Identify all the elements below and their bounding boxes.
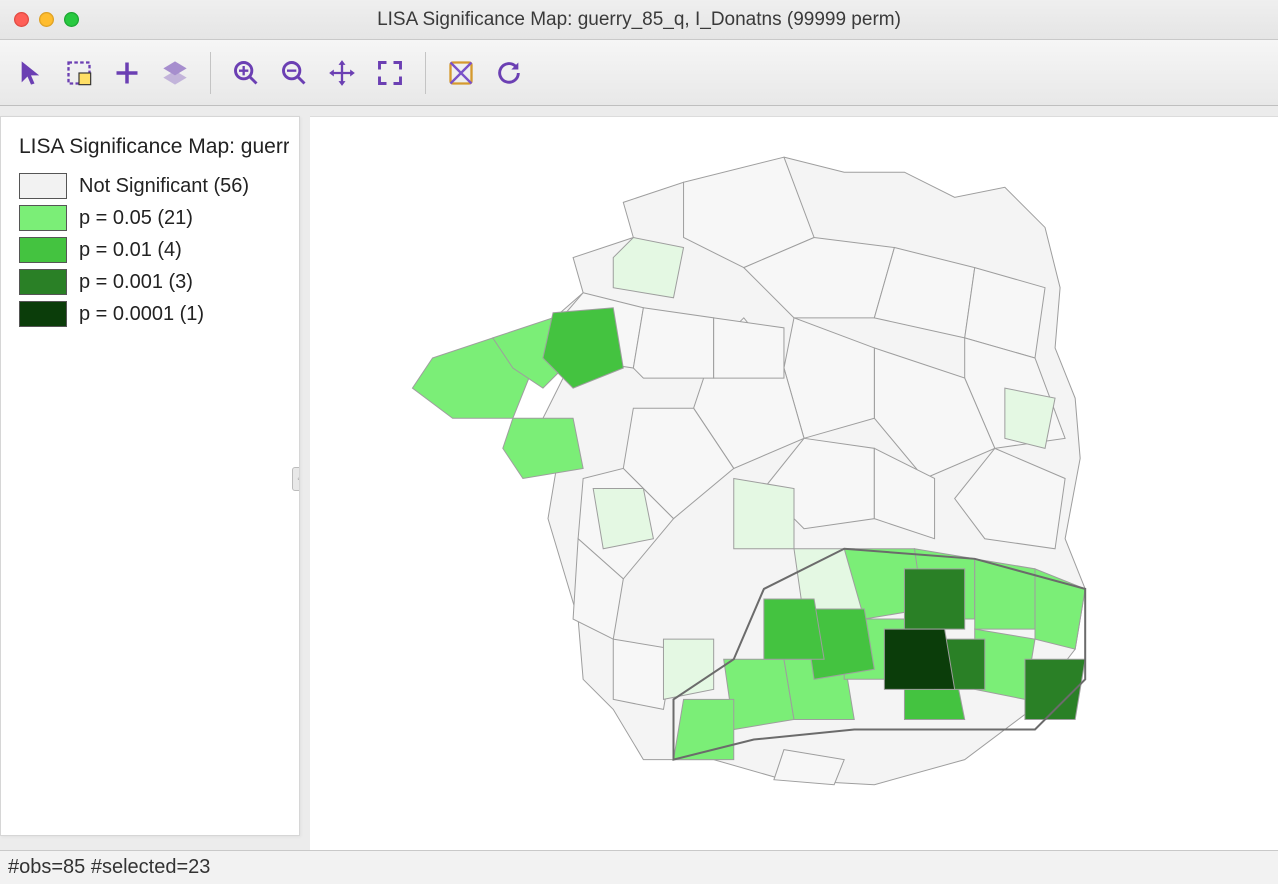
panel-collapse-handle[interactable]: ◦ bbox=[292, 467, 300, 491]
choropleth-map bbox=[310, 117, 1278, 850]
minimize-window-button[interactable] bbox=[39, 12, 54, 27]
legend-item-not-significant[interactable]: Not Significant (56) bbox=[19, 173, 289, 199]
basemap-tool[interactable] bbox=[440, 52, 482, 94]
legend-label: Not Significant (56) bbox=[79, 175, 249, 198]
legend-label: p = 0.05 (21) bbox=[79, 207, 193, 230]
basemap-icon bbox=[447, 59, 475, 87]
pan-tool[interactable] bbox=[321, 52, 363, 94]
swatch-p01 bbox=[19, 237, 67, 263]
legend-item-p05[interactable]: p = 0.05 (21) bbox=[19, 205, 289, 231]
plus-icon bbox=[113, 59, 141, 87]
workspace: LISA Significance Map: guerry_85_q, I_Do… bbox=[0, 106, 1278, 850]
extent-icon bbox=[376, 59, 404, 87]
toolbar-separator bbox=[210, 52, 211, 94]
select-rect-icon bbox=[65, 59, 93, 87]
swatch-p001 bbox=[19, 269, 67, 295]
zoom-out-tool[interactable] bbox=[273, 52, 315, 94]
legend-label: p = 0.0001 (1) bbox=[79, 303, 204, 326]
zoom-in-tool[interactable] bbox=[225, 52, 267, 94]
legend-label: p = 0.001 (3) bbox=[79, 271, 193, 294]
close-window-button[interactable] bbox=[14, 12, 29, 27]
pointer-icon bbox=[17, 59, 45, 87]
map-canvas[interactable] bbox=[310, 116, 1278, 850]
legend-label: p = 0.01 (4) bbox=[79, 239, 182, 262]
toolbar-separator bbox=[425, 52, 426, 94]
title-bar: LISA Significance Map: guerry_85_q, I_Do… bbox=[0, 0, 1278, 40]
legend-title: LISA Significance Map: guerry_85_q, I_Do… bbox=[19, 135, 289, 159]
legend-panel: LISA Significance Map: guerry_85_q, I_Do… bbox=[0, 116, 300, 836]
swatch-p05 bbox=[19, 205, 67, 231]
zoom-in-icon bbox=[232, 59, 260, 87]
status-text: #obs=85 #selected=23 bbox=[8, 856, 210, 879]
zoom-out-icon bbox=[280, 59, 308, 87]
swatch-p0001 bbox=[19, 301, 67, 327]
add-tool[interactable] bbox=[106, 52, 148, 94]
pan-icon bbox=[328, 59, 356, 87]
zoom-window-button[interactable] bbox=[64, 12, 79, 27]
layers-icon bbox=[161, 59, 189, 87]
window-title: LISA Significance Map: guerry_85_q, I_Do… bbox=[0, 9, 1278, 31]
legend-item-p0001[interactable]: p = 0.0001 (1) bbox=[19, 301, 289, 327]
refresh-icon bbox=[495, 59, 523, 87]
extent-tool[interactable] bbox=[369, 52, 411, 94]
layers-tool[interactable] bbox=[154, 52, 196, 94]
swatch-not-significant bbox=[19, 173, 67, 199]
refresh-tool[interactable] bbox=[488, 52, 530, 94]
legend-item-p001[interactable]: p = 0.001 (3) bbox=[19, 269, 289, 295]
legend-item-p01[interactable]: p = 0.01 (4) bbox=[19, 237, 289, 263]
status-bar: #obs=85 #selected=23 bbox=[0, 850, 1278, 884]
window-controls bbox=[14, 12, 79, 27]
pointer-tool[interactable] bbox=[10, 52, 52, 94]
select-tool[interactable] bbox=[58, 52, 100, 94]
toolbar bbox=[0, 40, 1278, 106]
